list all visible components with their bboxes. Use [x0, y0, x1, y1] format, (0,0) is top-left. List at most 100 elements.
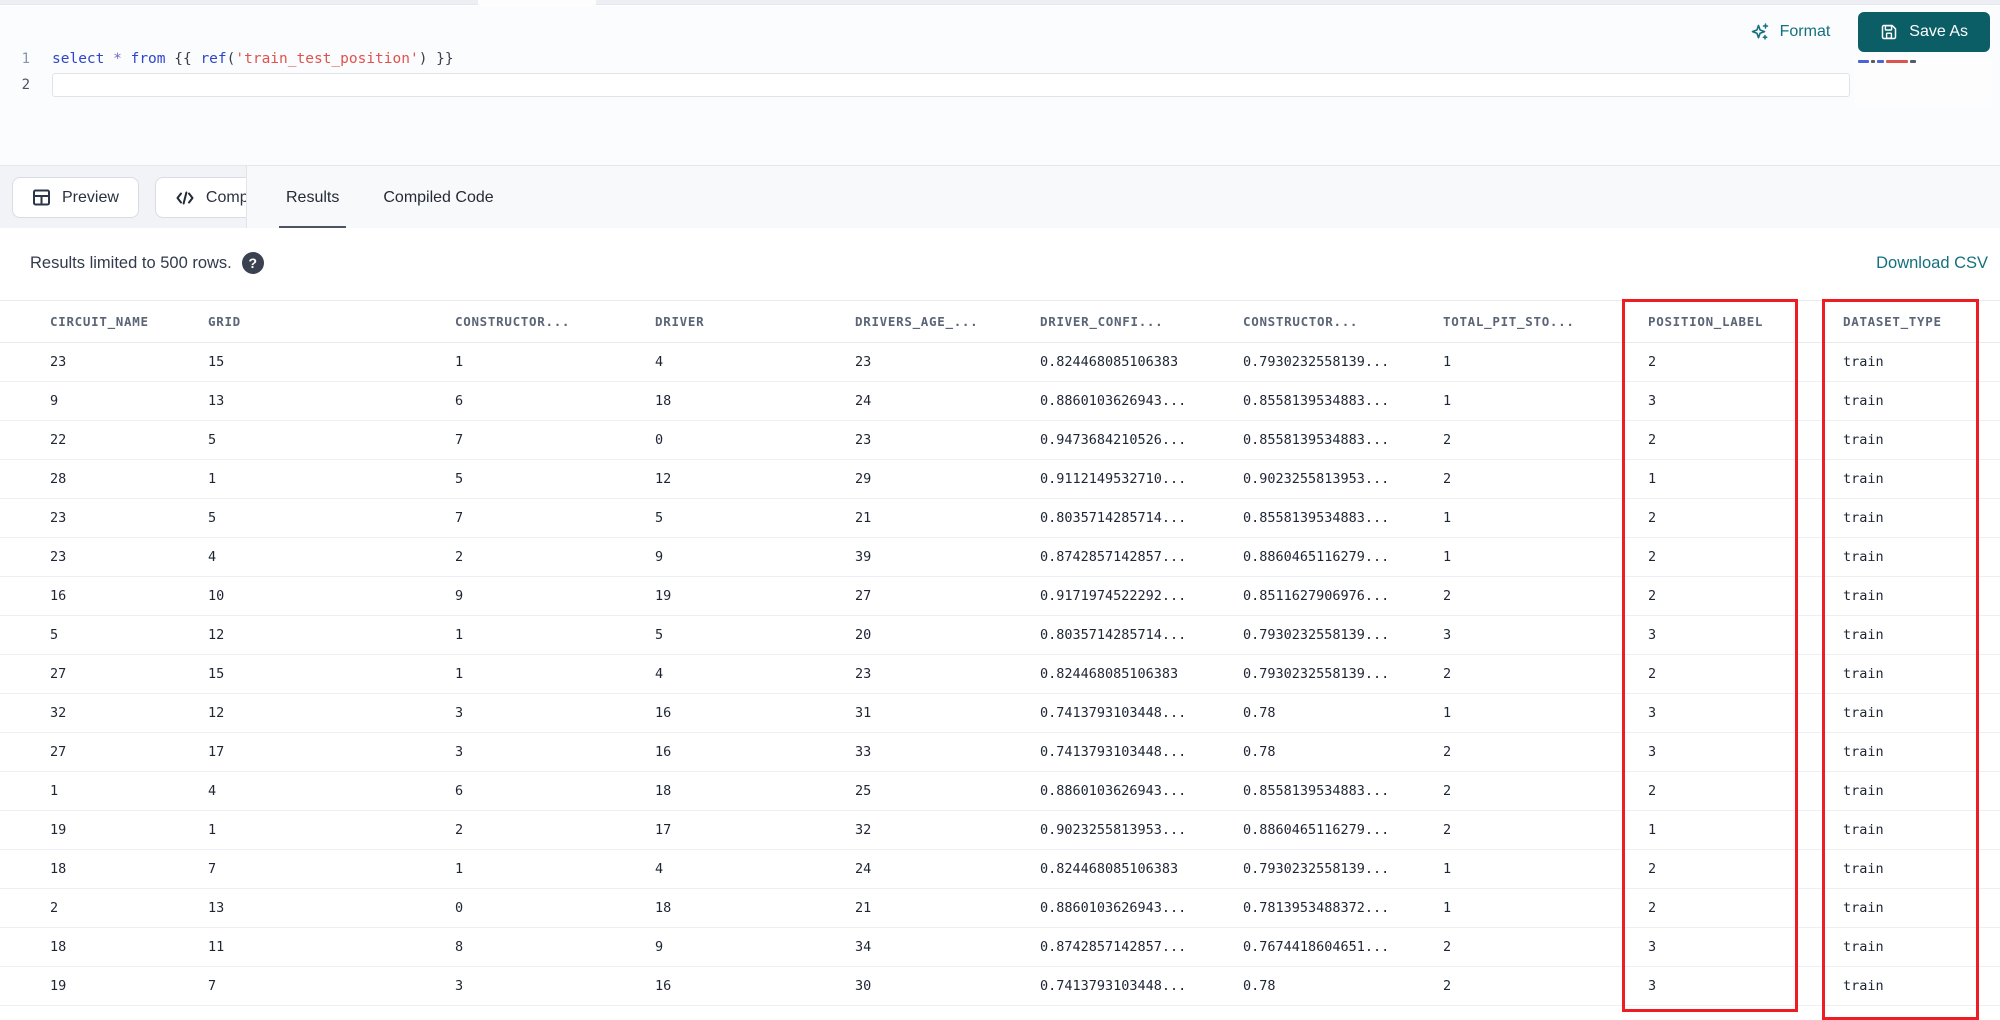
column-header[interactable]: CONSTRUCTOR... — [455, 300, 655, 343]
table-cell: 18 — [655, 381, 855, 421]
table-cell: 18 — [0, 849, 208, 889]
table-cell: 0.8558139534883... — [1243, 771, 1443, 811]
tab-compiled-code[interactable]: Compiled Code — [378, 166, 498, 229]
table-row: 23 5 7 5 21 0.8035714285714... 0.8558139534883… — [0, 498, 2000, 538]
preview-button[interactable]: Preview — [12, 177, 139, 218]
table-cell: 0.8860103626943... — [1040, 771, 1243, 811]
results-toolbar: Preview Compile Results Compiled Code — [0, 165, 2000, 229]
download-csv-link[interactable]: Download CSV — [1876, 254, 1988, 273]
table-cell: 15 — [208, 342, 455, 382]
active-file-tab[interactable] — [478, 0, 596, 5]
table-cell: 0.8860103626943... — [1040, 381, 1243, 421]
code-icon — [175, 189, 195, 207]
table-cell: 0.8558139534883... — [1243, 420, 1443, 460]
dbt-ide-screen: { "editor": { "line1_number": "1", "line… — [0, 0, 2000, 1020]
table-cell: train — [1843, 498, 2000, 538]
table-cell: train — [1843, 732, 2000, 772]
table-cell: 24 — [855, 849, 1040, 889]
table-cell: 1 — [455, 615, 655, 655]
table-cell: 0.7930232558139... — [1243, 615, 1443, 655]
table-cell: train — [1843, 771, 2000, 811]
editor-minimap[interactable] — [1854, 58, 1992, 106]
table-cell: 0.9171974522292... — [1040, 576, 1243, 616]
column-header[interactable]: CONSTRUCTOR... — [1243, 300, 1443, 343]
table-cell: 2 — [1443, 420, 1648, 460]
table-cell: 2 — [1443, 927, 1648, 967]
table-cell: 18 — [0, 927, 208, 967]
table-cell: 2 — [1648, 576, 1843, 616]
table-cell: 1 — [1443, 537, 1648, 577]
table-cell: 2 — [1648, 849, 1843, 889]
table-cell: 2 — [1443, 732, 1648, 772]
column-header[interactable]: GRID — [208, 300, 455, 343]
code-token-function: ref — [200, 51, 227, 67]
table-cell: 9 — [0, 381, 208, 421]
table-cell: 0.8511627906976... — [1243, 576, 1443, 616]
table-cell: 1 — [1443, 693, 1648, 733]
code-token-plain: {{ — [165, 51, 201, 67]
table-cell: train — [1843, 459, 2000, 499]
table-cell: 7 — [455, 420, 655, 460]
column-header[interactable]: CIRCUIT_NAME — [0, 300, 208, 343]
table-cell: train — [1843, 576, 2000, 616]
code-line-1[interactable]: 1 select * from {{ ref('train_test_posit… — [0, 46, 1850, 72]
editor-cursor-line[interactable] — [52, 73, 1850, 97]
table-cell: 1 — [1443, 381, 1648, 421]
table-cell: 20 — [855, 615, 1040, 655]
help-icon[interactable]: ? — [241, 252, 264, 274]
table-cell: 29 — [855, 459, 1040, 499]
table-row: 19 1 2 17 32 0.9023255813953... 0.886046511627… — [0, 810, 2000, 850]
table-cell: 1 — [0, 771, 208, 811]
table-cell: train — [1843, 654, 2000, 694]
table-cell: 3 — [1648, 615, 1843, 655]
table-cell: 19 — [0, 966, 208, 1006]
table-cell: 3 — [455, 732, 655, 772]
table-cell: 3 — [1648, 732, 1843, 772]
table-cell: 30 — [855, 966, 1040, 1006]
table-cell: 9 — [655, 537, 855, 577]
table-header-row: CIRCUIT_NAME GRID CONSTRUCTOR... DRIVER DRIV… — [0, 300, 2000, 343]
code-line-2[interactable]: 2 — [0, 72, 1850, 98]
table-cell: 23 — [855, 654, 1040, 694]
table-row: 2 13 0 18 21 0.8860103626943... 0.781395348837… — [0, 888, 2000, 928]
table-cell: 21 — [855, 888, 1040, 928]
table-cell: 5 — [0, 615, 208, 655]
table-cell: 0.8742857142857... — [1040, 537, 1243, 577]
table-cell: 2 — [1648, 420, 1843, 460]
format-label: Format — [1779, 23, 1831, 40]
save-as-button[interactable]: Save As — [1858, 12, 1990, 52]
table-cell: 1 — [1648, 459, 1843, 499]
format-button[interactable]: Format — [1750, 22, 1831, 42]
table-cell: 22 — [0, 420, 208, 460]
table-cell: 0.8860465116279... — [1243, 810, 1443, 850]
table-cell: 2 — [1648, 342, 1843, 382]
table-cell: 6 — [455, 771, 655, 811]
code-content-line-1: select * from {{ ref('train_test_positio… — [52, 51, 1850, 67]
column-header[interactable]: TOTAL_PIT_STO... — [1443, 300, 1648, 343]
sql-editor[interactable]: Format Save As 1 select * from {{ ref('t… — [0, 6, 2000, 165]
table-row: 18 7 1 4 24 0.824468085106383 0.7930232558139.… — [0, 849, 2000, 889]
table-cell: 1 — [208, 459, 455, 499]
table-cell: 2 — [1443, 576, 1648, 616]
column-header[interactable]: POSITION_LABEL — [1648, 300, 1843, 343]
preview-label: Preview — [62, 188, 119, 206]
code-area[interactable]: 1 select * from {{ ref('train_test_posit… — [0, 46, 1850, 98]
column-header[interactable]: DRIVERS_AGE_... — [855, 300, 1040, 343]
table-cell: 4 — [655, 849, 855, 889]
table-cell: 0.9023255813953... — [1040, 810, 1243, 850]
column-header[interactable]: DATASET_TYPE — [1843, 300, 2000, 343]
table-cell: 2 — [1443, 966, 1648, 1006]
table-cell: 9 — [455, 576, 655, 616]
tab-results[interactable]: Results — [278, 166, 347, 229]
table-row: 22 5 7 0 23 0.9473684210526... 0.8558139534883… — [0, 420, 2000, 460]
table-cell: train — [1843, 420, 2000, 460]
table-cell: 0.7930232558139... — [1243, 342, 1443, 382]
table-cell: 23 — [0, 498, 208, 538]
column-header[interactable]: DRIVER_CONFI... — [1040, 300, 1243, 343]
table-row: 27 15 1 4 23 0.824468085106383 0.7930232558139… — [0, 654, 2000, 694]
column-header[interactable]: DRIVER — [655, 300, 855, 343]
table-cell: 0.8860103626943... — [1040, 888, 1243, 928]
table-row: 27 17 3 16 33 0.7413793103448... 0.78 2 3 train — [0, 732, 2000, 772]
table-cell: 2 — [1648, 498, 1843, 538]
line-number-1: 1 — [21, 51, 30, 67]
